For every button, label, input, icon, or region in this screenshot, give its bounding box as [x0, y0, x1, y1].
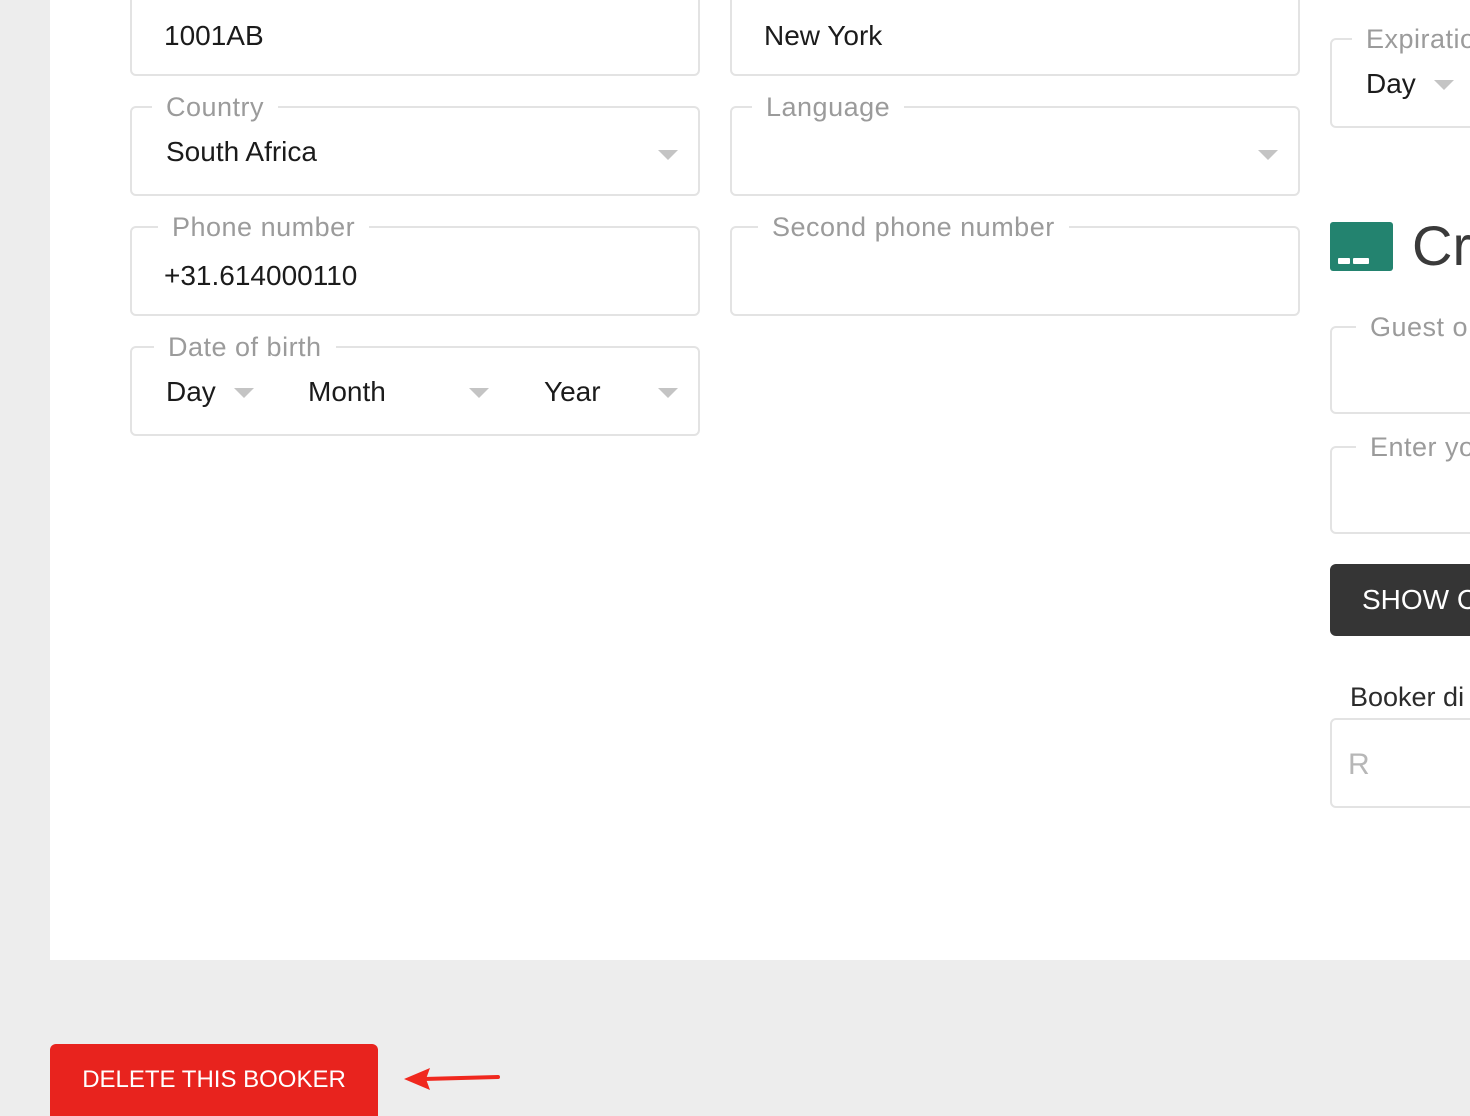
show-card-button[interactable]: SHOW C [1330, 564, 1470, 636]
credit-card-icon [1330, 222, 1393, 271]
enter-field[interactable]: Enter yo [1330, 432, 1470, 534]
chevron-down-icon [234, 388, 254, 398]
enter-label: Enter yo [1356, 432, 1470, 462]
phone-number-field[interactable]: Phone number +31.614000110 [130, 212, 700, 316]
guest-label: Guest o [1356, 312, 1470, 342]
dob-year-select[interactable]: Year [544, 376, 601, 408]
delete-booker-button[interactable]: DELETE THIS BOOKER [50, 1044, 378, 1116]
chevron-down-icon [1434, 80, 1454, 90]
chevron-down-icon [658, 150, 678, 160]
date-of-birth-field: Date of birth Day Month Year [130, 332, 700, 436]
dob-month-select[interactable]: Month [308, 376, 386, 408]
arrow-left-icon [404, 1068, 500, 1090]
date-of-birth-label: Date of birth [154, 332, 336, 362]
guest-field[interactable]: Guest o [1330, 312, 1470, 414]
country-label: Country [152, 92, 279, 122]
booker-discount-placeholder: R [1348, 748, 1370, 781]
city-field[interactable]: New York [730, 0, 1300, 76]
postal-code-field[interactable]: 1001AB [130, 0, 700, 76]
postal-code-value: 1001AB [164, 20, 264, 51]
phone-number-value: +31.614000110 [164, 260, 358, 291]
chevron-down-icon [469, 388, 489, 398]
second-phone-number-label: Second phone number [758, 212, 1069, 242]
second-phone-number-field[interactable]: Second phone number [730, 212, 1300, 316]
language-select[interactable]: Language [730, 92, 1300, 196]
expiration-field: Expiratio Day [1330, 24, 1470, 128]
chevron-down-icon [1258, 150, 1278, 160]
chevron-down-icon [658, 388, 678, 398]
dob-day-select[interactable]: Day [166, 376, 216, 408]
expiration-label: Expiratio [1352, 24, 1470, 54]
booker-discount-input[interactable]: R [1330, 718, 1470, 808]
city-value: New York [764, 20, 883, 51]
country-select[interactable]: Country South Africa [130, 92, 700, 196]
phone-number-label: Phone number [158, 212, 370, 242]
credit-card-section-title: Cr [1412, 214, 1470, 277]
expiration-day-select[interactable]: Day [1366, 68, 1416, 100]
language-label: Language [752, 92, 905, 122]
country-value: South Africa [166, 136, 317, 167]
booker-discount-label: Booker di [1350, 682, 1465, 712]
